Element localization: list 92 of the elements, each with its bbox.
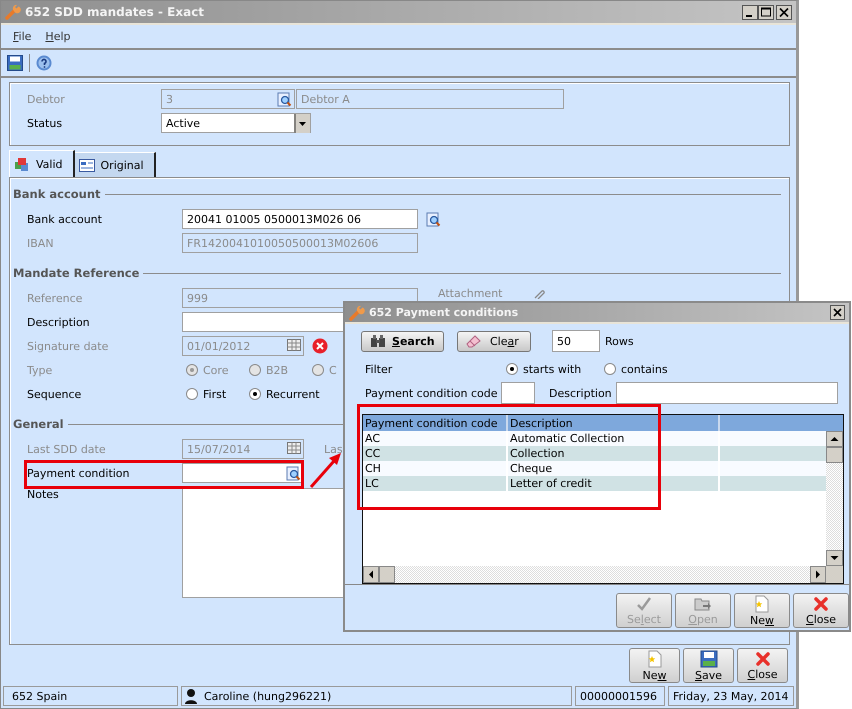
lookup-field[interactable] [182,463,304,483]
cubes-icon [14,156,30,172]
checkmark-icon [636,596,652,612]
tab[interactable]: Valid [9,150,75,177]
field-label: Description [549,386,612,400]
close-button[interactable] [776,4,792,20]
field-label: Bank account [27,212,103,226]
action-button[interactable]: Save [683,648,734,683]
action-button[interactable]: New [629,648,680,683]
close-button[interactable] [830,305,845,320]
new-document-icon [754,594,770,612]
radio-label: C [329,364,337,376]
maximize-button[interactable] [758,4,774,20]
rows-field[interactable]: 50 [552,330,600,352]
field-label: Sequence [27,388,82,400]
window-title: 652 SDD mandates - Exact [25,5,206,19]
field-label: Payment condition [27,466,131,480]
field-label: Description [27,316,91,328]
user-icon [184,688,198,704]
radio-label: Core [203,364,228,376]
table-cell: LC [363,476,508,491]
code-field[interactable] [501,382,535,404]
field-label: Attachment [438,287,502,300]
scroll-thumb[interactable] [379,566,395,583]
section-heading: General [13,417,64,431]
help-icon[interactable] [36,55,52,71]
status-field: Caroline (hung296221) [181,686,572,706]
tab[interactable]: Original [74,152,156,177]
clear-button[interactable]: Clear [457,330,531,352]
save-icon [700,650,718,668]
menu-item[interactable]: Help [45,30,71,43]
section-heading: Mandate Reference [13,266,140,280]
calendar-icon[interactable] [287,339,301,351]
lookup-icon[interactable] [286,466,301,481]
field-label: Payment condition code [365,386,499,400]
wrench-icon [349,304,365,320]
folder-icon [694,596,712,612]
action-button[interactable]: Close [793,593,849,628]
radio-label: starts with [523,362,582,376]
radio-label: B2B [266,364,288,376]
status-field: 652 Spain [3,686,178,706]
filter-label: Filter [365,362,394,376]
field-label: Notes [27,488,60,501]
close-icon [813,596,829,612]
calendar-icon[interactable] [287,442,301,454]
status-field: 00000001596 [575,686,665,706]
field-label: Las [324,442,343,456]
field-label: Status [27,116,64,130]
lookup-icon[interactable] [277,92,292,107]
scroll-right-button[interactable] [810,566,826,583]
scroll-up-button[interactable] [826,431,843,447]
table-cell: Letter of credit [508,476,720,491]
paperclip-icon[interactable] [532,289,544,299]
text-field[interactable]: 20041 01005 0500013M026 06 [182,209,418,229]
vertical-scrollbar[interactable] [826,431,843,566]
close-icon [754,650,770,666]
lookup-icon[interactable] [426,212,441,226]
radio-label: contains [621,362,668,376]
name-field: Debtor A [296,89,564,109]
horizontal-scrollbar[interactable] [363,566,843,583]
scroll-down-button[interactable] [826,550,843,566]
new-document-icon [646,650,662,668]
field-label: Signature date [27,340,110,352]
radio-label: Recurrent [266,388,320,400]
minimize-button[interactable] [742,4,758,20]
radio-button[interactable] [604,363,616,375]
search-button[interactable]: Search [361,330,444,352]
card-icon [78,158,95,172]
field-label: Debtor [27,92,66,106]
scroll-thumb[interactable] [826,447,843,463]
description-field[interactable] [616,382,838,404]
wrench-icon [5,4,21,20]
field-label: Reference [27,292,84,304]
scroll-left-button[interactable] [363,566,379,583]
status-field: Friday, 23 May, 2014 [668,686,794,706]
menu-item[interactable]: File [13,30,32,43]
radio-label: First [203,388,226,400]
radio-button[interactable] [249,388,261,400]
scrollbar-corner [826,566,843,583]
radio-button[interactable] [506,363,518,375]
status-dropdown[interactable]: Active [161,113,311,133]
field-label: Last SDD date [27,442,107,456]
dialog-title: 652 Payment conditions [369,306,520,319]
rows-label: Rows [605,334,634,348]
action-button[interactable]: Close [737,648,788,683]
binoculars-icon [370,334,386,348]
action-button[interactable]: New [734,593,790,628]
section-heading: Bank account [13,187,101,201]
radio-button[interactable] [186,388,198,400]
field-label: IBAN [27,236,55,250]
field-label: Type [27,364,54,376]
save-icon[interactable] [7,55,23,71]
